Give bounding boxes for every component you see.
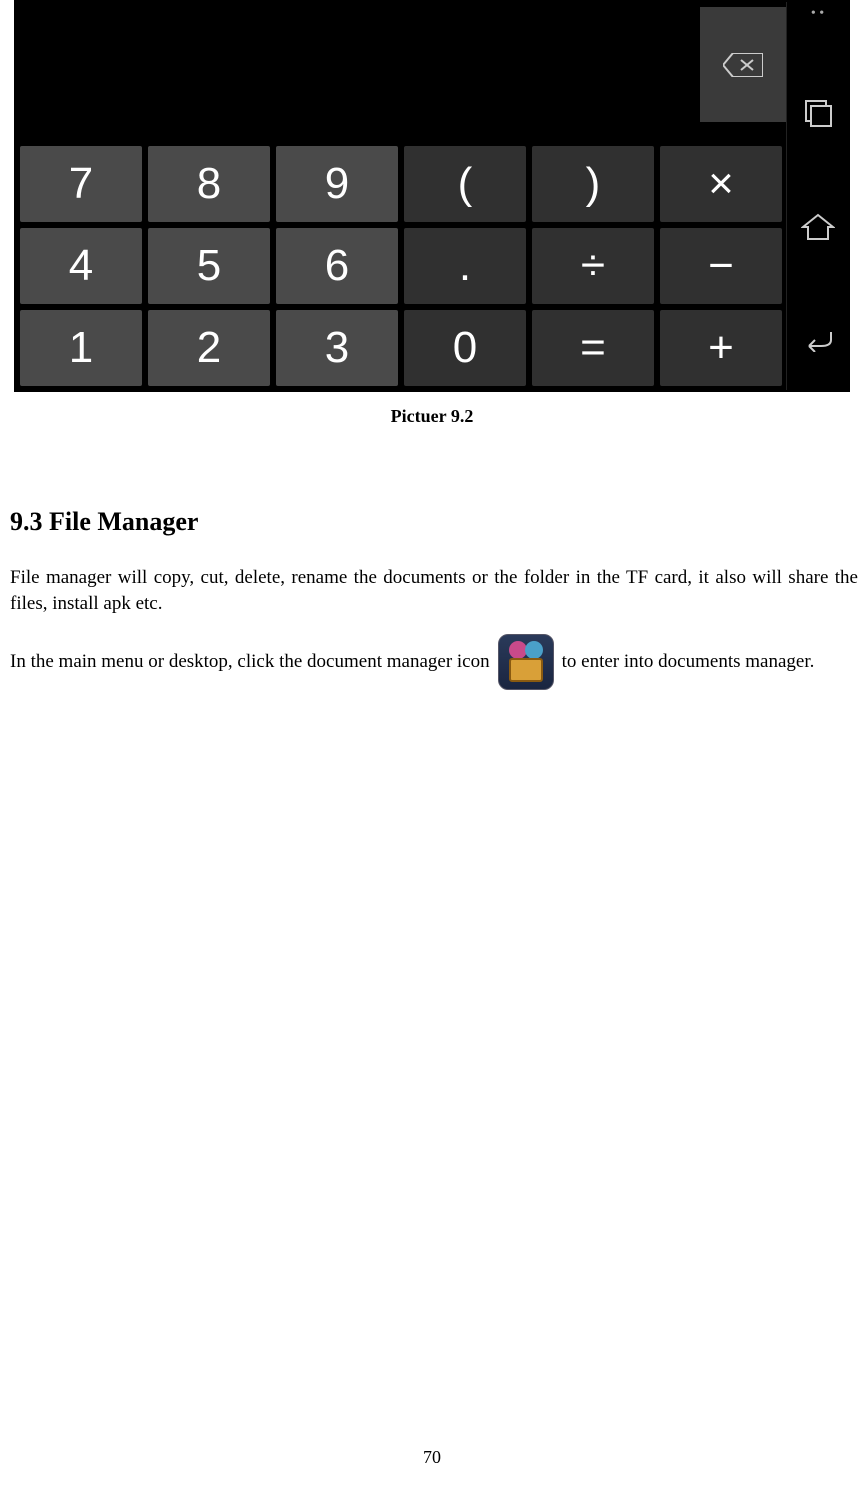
section-heading: 9.3 File Manager (10, 507, 858, 537)
key-4[interactable]: 4 (20, 228, 142, 304)
key-8[interactable]: 8 (148, 146, 270, 222)
key-3[interactable]: 3 (276, 310, 398, 386)
key-7[interactable]: 7 (20, 146, 142, 222)
recent-apps-button[interactable] (798, 93, 838, 133)
key-divide[interactable]: ÷ (532, 228, 654, 304)
paragraph-2-after: to enter into documents manager. (562, 648, 815, 677)
key-equals[interactable]: = (532, 310, 654, 386)
calculator-keypad: 7 8 9 ( ) × 4 5 6 . ÷ − 1 2 3 0 = + (16, 142, 786, 390)
file-manager-icon (498, 634, 554, 690)
figure-caption: Pictuer 9.2 (6, 406, 858, 427)
key-5[interactable]: 5 (148, 228, 270, 304)
nav-dots-icon: • • (811, 8, 824, 20)
key-1[interactable]: 1 (20, 310, 142, 386)
paragraph-2: In the main menu or desktop, click the d… (10, 634, 858, 690)
backspace-button[interactable] (700, 7, 786, 122)
key-2[interactable]: 2 (148, 310, 270, 386)
calculator-screenshot: 7 8 9 ( ) × 4 5 6 . ÷ − 1 2 3 0 = + • • (14, 0, 850, 392)
backspace-icon (723, 53, 763, 77)
paragraph-1: File manager will copy, cut, delete, ren… (10, 565, 858, 616)
back-button[interactable] (798, 320, 838, 360)
key-close-paren[interactable]: ) (532, 146, 654, 222)
calculator-main: 7 8 9 ( ) × 4 5 6 . ÷ − 1 2 3 0 = + (16, 2, 786, 390)
key-multiply[interactable]: × (660, 146, 782, 222)
home-button[interactable] (798, 207, 838, 247)
key-open-paren[interactable]: ( (404, 146, 526, 222)
paragraph-2-before: In the main menu or desktop, click the d… (10, 648, 490, 677)
key-0[interactable]: 0 (404, 310, 526, 386)
key-9[interactable]: 9 (276, 146, 398, 222)
android-navbar: • • (786, 2, 848, 390)
calculator-display (16, 2, 786, 142)
key-6[interactable]: 6 (276, 228, 398, 304)
key-plus[interactable]: + (660, 310, 782, 386)
page-number: 70 (0, 1447, 864, 1468)
key-dot[interactable]: . (404, 228, 526, 304)
key-minus[interactable]: − (660, 228, 782, 304)
